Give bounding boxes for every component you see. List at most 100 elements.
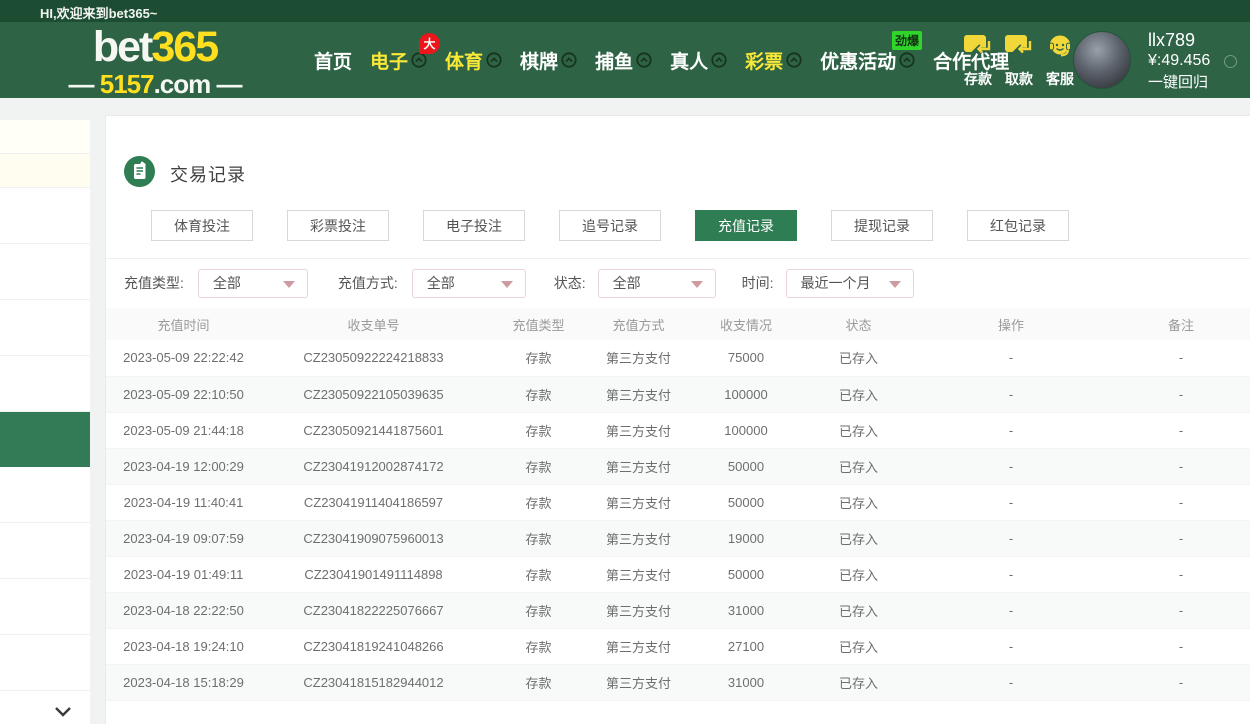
- cell-remark: -: [1111, 376, 1250, 412]
- cell-status: 已存入: [806, 448, 911, 484]
- chevron-up-circle-icon: [561, 52, 577, 68]
- nav-item-fishing[interactable]: 捕鱼: [586, 47, 661, 74]
- withdraw-label: 取款: [1003, 69, 1035, 89]
- cell-order-no: CZ23041911404186597: [261, 484, 486, 520]
- cell-action: -: [911, 484, 1111, 520]
- sidebar-item[interactable]: [0, 120, 90, 154]
- nav-item-egames[interactable]: 大 电子: [361, 47, 436, 74]
- sidebar-item[interactable]: [0, 300, 90, 356]
- page-title-row: 交易记录: [124, 156, 246, 192]
- records-table: 充值时间 收支单号 充值类型 充值方式 收支情况 状态 操作 备注 2023-0…: [106, 308, 1250, 701]
- deposit-button[interactable]: 存款: [962, 34, 994, 89]
- cell-time: 2023-04-19 09:07:59: [106, 520, 261, 556]
- cell-type: 存款: [486, 340, 591, 376]
- col-recharge-method: 充值方式: [591, 308, 686, 340]
- cell-type: 存款: [486, 628, 591, 664]
- sidebar-item-active[interactable]: [0, 412, 90, 467]
- tab-sports-bets[interactable]: 体育投注: [151, 210, 253, 241]
- status-label: 状态:: [554, 273, 586, 293]
- cell-order-no: CZ23041815182944012: [261, 664, 486, 700]
- cell-remark: -: [1111, 556, 1250, 592]
- cell-method: 第三方支付: [591, 340, 686, 376]
- sidebar-item[interactable]: [0, 244, 90, 300]
- cell-status: 已存入: [806, 592, 911, 628]
- status-select[interactable]: 全部: [598, 269, 716, 298]
- cell-amount: 50000: [686, 484, 806, 520]
- cell-time: 2023-05-09 22:22:42: [106, 340, 261, 376]
- refresh-balance-icon[interactable]: [1224, 55, 1237, 68]
- avatar[interactable]: [1073, 31, 1131, 89]
- cell-method: 第三方支付: [591, 628, 686, 664]
- balance-value: ¥:49.456: [1148, 50, 1210, 72]
- nav-item-lottery[interactable]: 彩票: [736, 47, 811, 74]
- cell-time: 2023-04-18 15:18:29: [106, 664, 261, 700]
- deposit-label: 存款: [962, 69, 994, 89]
- nav-item-promotions[interactable]: 劲爆 优惠活动: [811, 47, 924, 74]
- cell-action: -: [911, 412, 1111, 448]
- sidebar-item[interactable]: [0, 635, 90, 691]
- cell-amount: 31000: [686, 664, 806, 700]
- tab-recharge-records[interactable]: 充值记录: [695, 210, 797, 241]
- withdraw-button[interactable]: 取款: [1003, 34, 1035, 89]
- tab-chase-records[interactable]: 追号记录: [559, 210, 661, 241]
- cell-remark: -: [1111, 448, 1250, 484]
- cell-type: 存款: [486, 376, 591, 412]
- chevron-up-circle-icon: [636, 52, 652, 68]
- cell-amount: 19000: [686, 520, 806, 556]
- nav-item-home[interactable]: 首页: [305, 47, 361, 74]
- tab-lottery-bets[interactable]: 彩票投注: [287, 210, 389, 241]
- cell-method: 第三方支付: [591, 556, 686, 592]
- cell-type: 存款: [486, 520, 591, 556]
- chevron-up-circle-icon: [711, 52, 727, 68]
- cell-method: 第三方支付: [591, 484, 686, 520]
- sidebar-item[interactable]: [0, 467, 90, 523]
- chevron-up-circle-icon: [411, 52, 427, 68]
- nav-item-live[interactable]: 真人: [661, 47, 736, 74]
- logo-com: .com: [154, 69, 211, 99]
- customer-service-label: 客服: [1044, 69, 1076, 89]
- cell-type: 存款: [486, 664, 591, 700]
- cell-type: 存款: [486, 448, 591, 484]
- customer-service-button[interactable]: 客服: [1044, 34, 1076, 89]
- cell-method: 第三方支付: [591, 448, 686, 484]
- table-row: 2023-05-09 21:44:18CZ23050921441875601存款…: [106, 412, 1250, 448]
- cell-status: 已存入: [806, 520, 911, 556]
- table-row: 2023-04-18 19:24:10CZ23041819241048266存款…: [106, 628, 1250, 664]
- col-recharge-type: 充值类型: [486, 308, 591, 340]
- recharge-method-select[interactable]: 全部: [412, 269, 526, 298]
- cell-action: -: [911, 520, 1111, 556]
- tab-withdraw-records[interactable]: 提现记录: [831, 210, 933, 241]
- nav-item-chess[interactable]: 棋牌: [511, 47, 586, 74]
- cell-method: 第三方支付: [591, 592, 686, 628]
- nav-item-sports[interactable]: 体育: [436, 47, 511, 74]
- sidebar-item[interactable]: [0, 154, 90, 188]
- sidebar-item[interactable]: [0, 188, 90, 244]
- table-row: 2023-05-09 22:10:50CZ23050922105039635存款…: [106, 376, 1250, 412]
- one-key-recall-button[interactable]: 一键回归: [1148, 72, 1237, 94]
- sidebar-item[interactable]: [0, 579, 90, 635]
- sidebar-item[interactable]: [0, 523, 90, 579]
- cell-time: 2023-05-09 22:10:50: [106, 376, 261, 412]
- cell-type: 存款: [486, 592, 591, 628]
- tab-egames-bets[interactable]: 电子投注: [423, 210, 525, 241]
- recharge-type-select[interactable]: 全部: [198, 269, 308, 298]
- tab-redpacket-records[interactable]: 红包记录: [967, 210, 1069, 241]
- time-select[interactable]: 最近一个月: [786, 269, 914, 298]
- cell-status: 已存入: [806, 412, 911, 448]
- table-row: 2023-04-19 11:40:41CZ23041911404186597存款…: [106, 484, 1250, 520]
- table-row: 2023-04-19 09:07:59CZ23041909075960013存款…: [106, 520, 1250, 556]
- logo-main: bet365: [55, 26, 255, 69]
- cell-action: -: [911, 592, 1111, 628]
- cell-method: 第三方支付: [591, 520, 686, 556]
- cell-time: 2023-04-18 19:24:10: [106, 628, 261, 664]
- record-tabs: 体育投注 彩票投注 电子投注 追号记录 充值记录 提现记录 红包记录: [151, 210, 1069, 241]
- recharge-type-label: 充值类型:: [124, 273, 184, 293]
- balance-row: ¥:49.456: [1148, 50, 1237, 72]
- cell-action: -: [911, 340, 1111, 376]
- recharge-method-value: 全部: [427, 273, 455, 293]
- sidebar-item[interactable]: [0, 356, 90, 412]
- cell-order-no: CZ23050922105039635: [261, 376, 486, 412]
- cell-time: 2023-04-19 11:40:41: [106, 484, 261, 520]
- sidebar-expand-chevron-down-icon[interactable]: [54, 704, 72, 722]
- cell-type: 存款: [486, 412, 591, 448]
